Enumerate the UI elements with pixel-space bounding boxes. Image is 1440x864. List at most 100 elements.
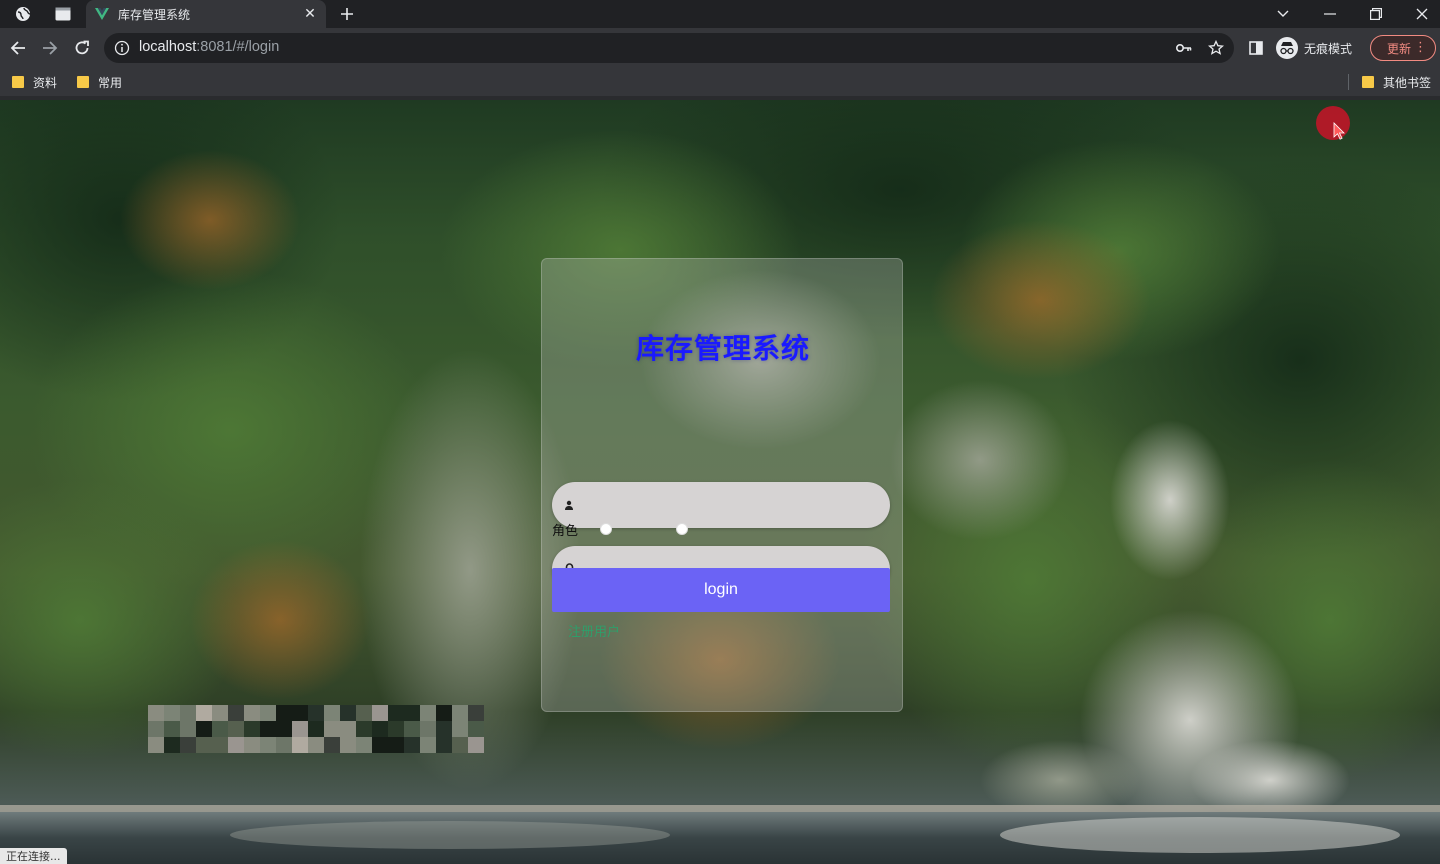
mosaic-cell [196,737,212,753]
tab-strip: 库存管理系统 ✕ [0,0,1440,28]
login-title: 库存管理系统 [635,332,810,365]
address-bar[interactable]: localhost:8081/#/login [104,33,1234,63]
mosaic-cell [244,721,260,737]
folder-icon [1362,76,1374,88]
mosaic-cell [228,737,244,753]
mosaic-cell [308,737,324,753]
incognito-label: 无痕模式 [1304,41,1353,56]
folder-icon [12,76,24,88]
mosaic-cell [420,705,436,721]
mosaic-cell [340,705,356,721]
minimize-icon[interactable] [1307,0,1353,28]
bookmark-label: 资料 [33,75,58,90]
new-tab-icon[interactable] [336,3,358,25]
mosaic-cell [276,705,292,721]
mosaic-cell [148,721,164,737]
radio-button[interactable] [676,523,689,535]
mosaic-cell [244,705,260,721]
mosaic-cell [212,705,228,721]
mosaic-cell [212,737,228,753]
bookmark-folder-2[interactable]: 常用 [77,73,122,91]
mosaic-cell [388,705,404,721]
mosaic-cell [372,721,388,737]
mosaic-cell [356,721,372,737]
incognito-indicator[interactable]: 无痕模式 [1276,36,1352,60]
mosaic-cell [420,721,436,737]
mosaic-cell [164,737,180,753]
key-icon[interactable] [1176,40,1192,56]
tab-list-chevron-icon[interactable] [1260,0,1306,28]
forward-arrow-icon[interactable] [38,36,62,60]
mosaic-cell [436,721,452,737]
reload-icon[interactable] [70,36,94,60]
mosaic-cell [260,705,276,721]
mosaic-cell [180,705,196,721]
login-button[interactable]: login [552,568,890,612]
register-link[interactable]: 注册用户 [568,621,620,640]
mosaic-cell [196,721,212,737]
side-panel-icon[interactable] [1244,36,1268,60]
status-bar: 正在连接... [0,848,67,864]
mosaic-cell [148,737,164,753]
mosaic-cell [324,705,340,721]
bookmark-star-icon[interactable] [1208,40,1224,56]
mosaic-cell [228,705,244,721]
tab-close-icon[interactable]: ✕ [302,6,318,22]
mosaic-cell [276,737,292,753]
other-bookmarks-label: 其他书签 [1383,75,1432,90]
url-text: localhost:8081/#/login [139,39,279,55]
info-icon[interactable] [114,40,130,56]
mosaic-cell [260,721,276,737]
mosaic-cell [468,721,484,737]
role-option-2[interactable] [676,523,734,535]
globe-icon[interactable] [12,4,34,24]
restore-icon[interactable] [1353,0,1399,28]
mosaic-cell [292,705,308,721]
radio-button[interactable] [600,523,613,535]
mosaic-cell [228,721,244,737]
mosaic-cell [468,737,484,753]
mosaic-cell [292,737,308,753]
close-window-icon[interactable] [1399,0,1440,28]
mosaic-cell [212,721,228,737]
mosaic-cell [404,737,420,753]
pixelated-watermark [148,705,484,753]
mosaic-cell [196,705,212,721]
url-host: localhost [139,39,197,55]
mosaic-cell [292,721,308,737]
mosaic-cell [180,721,196,737]
mosaic-cell [356,705,372,721]
mosaic-cell [164,721,180,737]
update-label: 更新 [1387,41,1412,56]
role-label: 角色 [552,523,579,539]
mosaic-cell [276,721,292,737]
mosaic-cell [468,705,484,721]
update-button[interactable]: 更新 ⋮ [1370,35,1436,61]
mosaic-cell [356,737,372,753]
mosaic-cell [372,705,388,721]
mosaic-cell [452,737,468,753]
tab-search-icon[interactable] [52,4,74,24]
mosaic-cell [308,721,324,737]
mosaic-cell [340,721,356,737]
folder-icon [77,76,89,88]
browser-toolbar: localhost:8081/#/login 无痕模式 更新 ⋮ [0,28,1440,68]
login-card: 库存管理系统 角色 login 注册用户 [541,258,903,712]
url-path: :8081/#/login [196,39,280,55]
other-bookmarks[interactable]: 其他书签 [1362,73,1431,91]
kebab-menu-icon[interactable]: ⋮ [1414,41,1427,55]
back-arrow-icon[interactable] [6,36,30,60]
bookmark-label: 常用 [98,75,123,90]
tab-active[interactable]: 库存管理系统 ✕ [86,0,326,28]
mosaic-cell [452,721,468,737]
mosaic-cell [388,737,404,753]
page-viewport: 库存管理系统 角色 login 注册用户 [0,100,1440,864]
mosaic-cell [324,721,340,737]
role-selector: 角色 [552,519,890,539]
bookmark-folder-1[interactable]: 资料 [12,73,57,91]
vue-logo-icon [94,6,110,22]
mosaic-cell [436,737,452,753]
mouse-cursor-icon [1333,122,1345,140]
mosaic-cell [180,737,196,753]
role-option-1[interactable] [600,523,658,535]
